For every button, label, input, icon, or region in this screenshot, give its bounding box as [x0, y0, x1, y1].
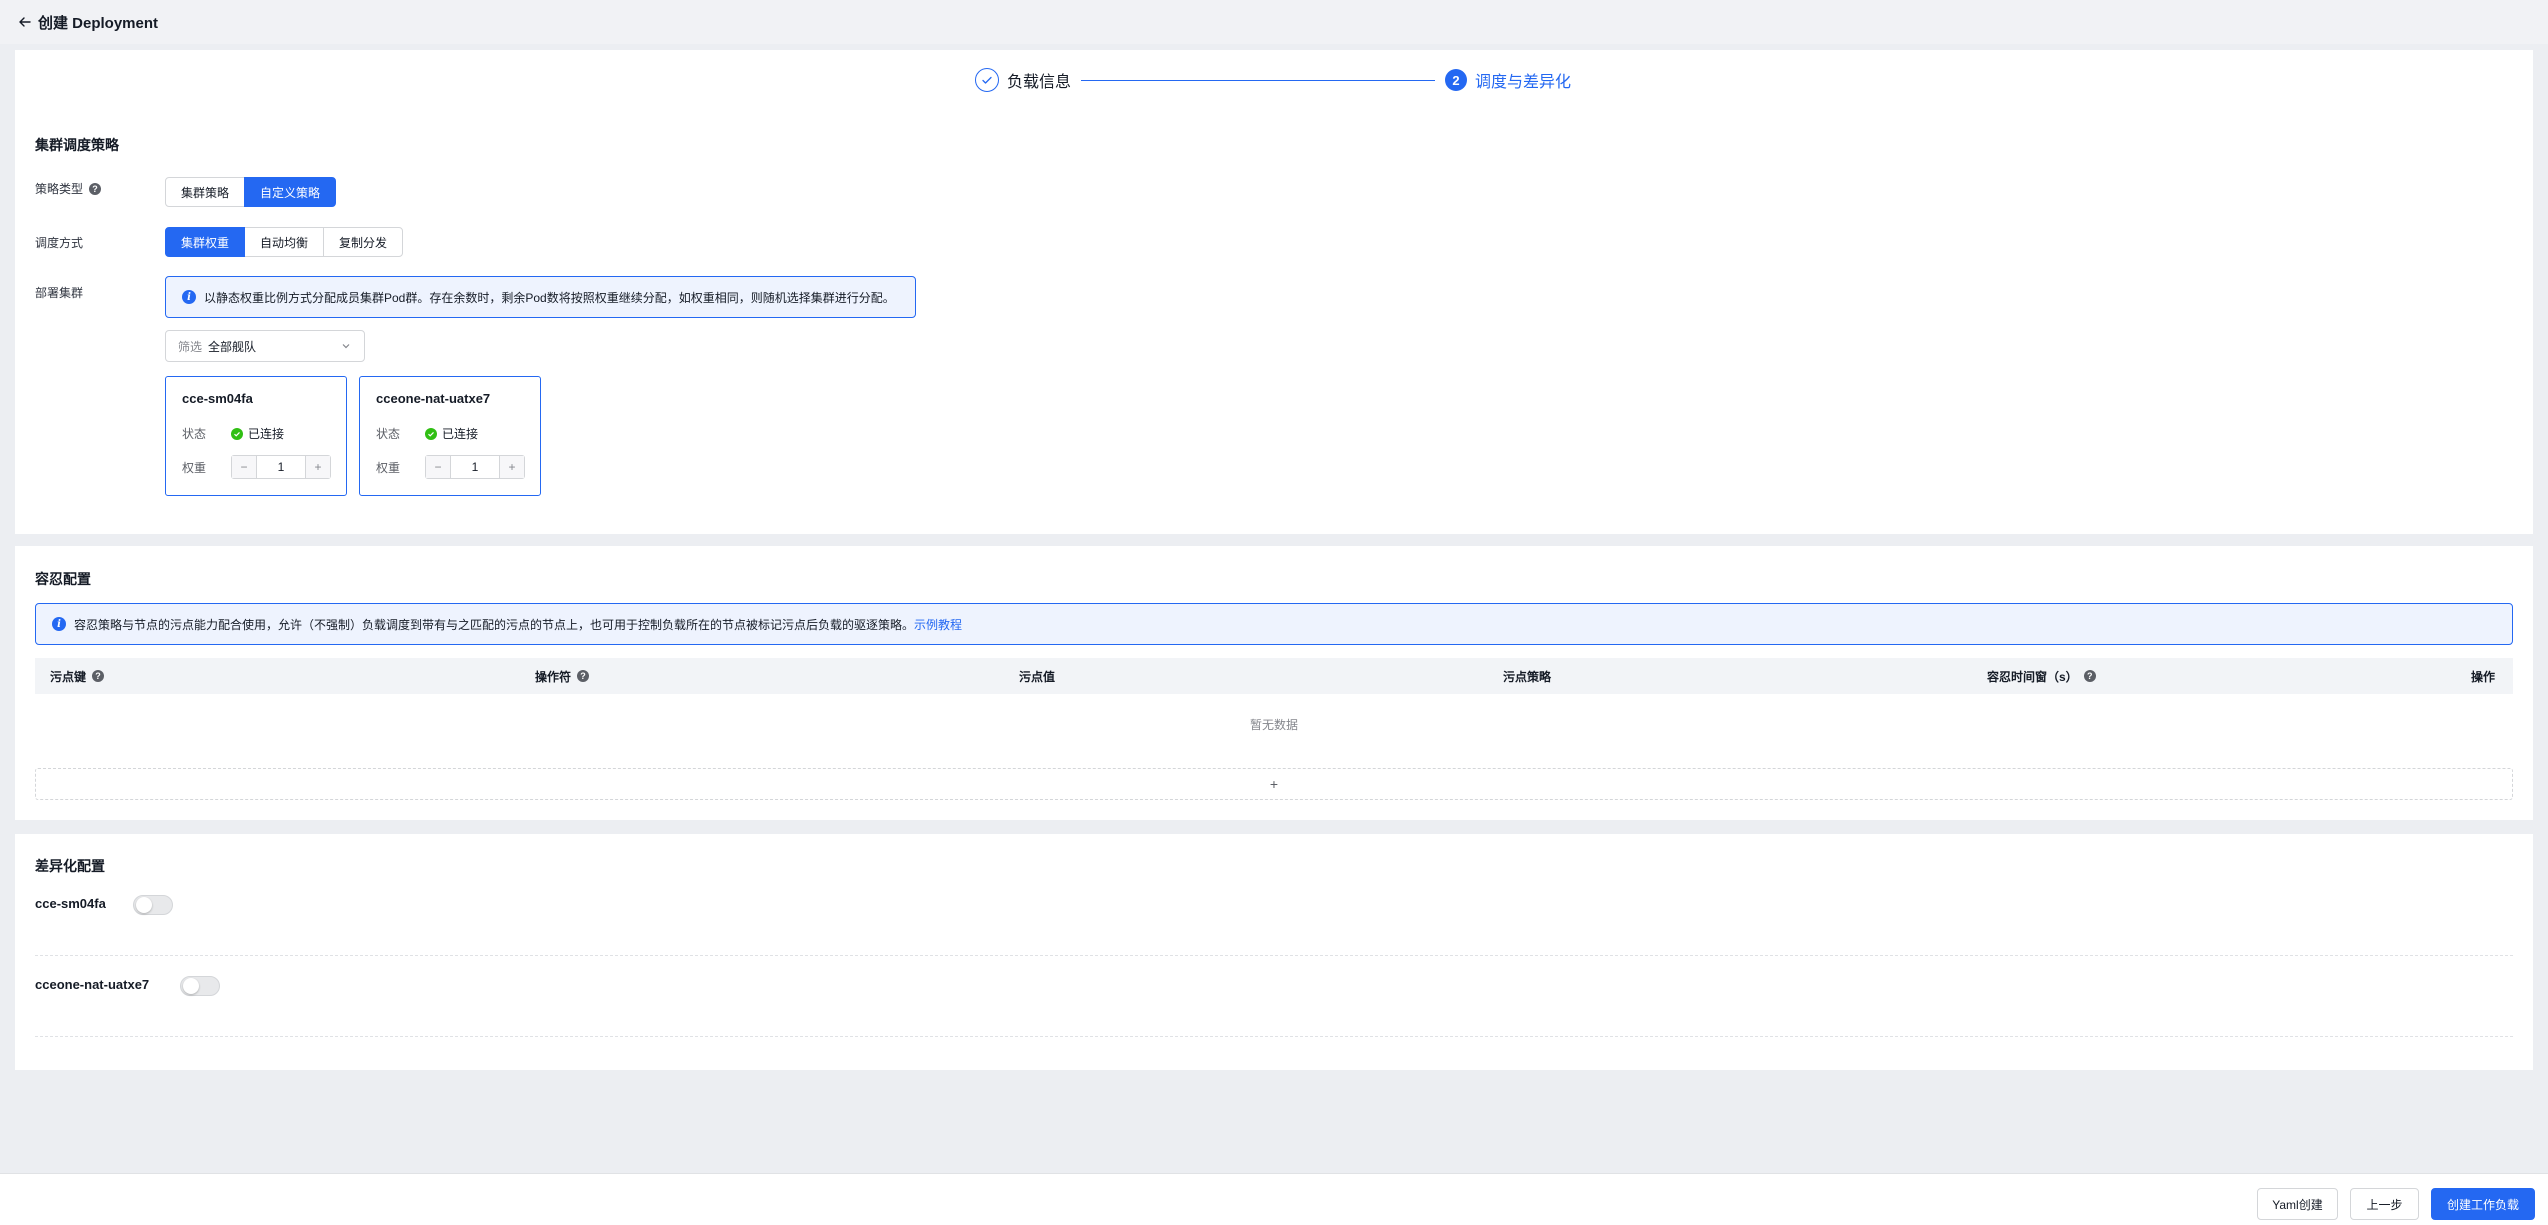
- filter-value: 全部舰队: [208, 339, 257, 354]
- col-taint-key-label: 污点键: [50, 669, 87, 684]
- decrement-button[interactable]: −: [232, 456, 256, 478]
- cluster-weight-row: 权重 − 1 +: [182, 455, 331, 479]
- toggle-knob: [183, 978, 199, 994]
- toleration-section-title: 容忍配置: [35, 571, 91, 587]
- schedule-mode-label: 调度方式: [35, 236, 84, 250]
- status-text: 已连接: [248, 427, 285, 441]
- cluster-name: cceone-nat-uatxe7: [376, 391, 491, 406]
- weight-stepper: − 1 +: [425, 455, 525, 479]
- deploy-clusters-label: 部署集群: [35, 286, 84, 300]
- schedule-mode-selector: 集群权重 自动均衡 复制分发: [165, 227, 404, 257]
- toleration-info-banner: i 容忍策略与节点的污点能力配合使用，允许（不强制）负载调度到带有与之匹配的污点…: [35, 603, 2513, 645]
- decrement-button[interactable]: −: [426, 456, 450, 478]
- increment-button[interactable]: +: [500, 456, 524, 478]
- toleration-card: 容忍配置 i 容忍策略与节点的污点能力配合使用，允许（不强制）负载调度到带有与之…: [15, 546, 2533, 820]
- example-tutorial-link[interactable]: 示例教程: [914, 616, 962, 633]
- status-text: 已连接: [442, 427, 479, 441]
- cluster-status-row: 状态 已连接: [182, 425, 284, 442]
- toggle-knob: [136, 897, 152, 913]
- mode-option-replicate[interactable]: 复制分发: [323, 227, 404, 257]
- help-icon[interactable]: ?: [89, 182, 102, 195]
- diff-config-row: cce-sm04fa: [35, 895, 2513, 956]
- diff-config-toggle[interactable]: [133, 895, 173, 915]
- col-taint-effect: 污点策略: [1503, 669, 1552, 684]
- increment-button[interactable]: +: [306, 456, 330, 478]
- policy-option-custom[interactable]: 自定义策略: [244, 177, 337, 207]
- previous-step-button[interactable]: 上一步: [2350, 1188, 2419, 1220]
- policy-option-cluster[interactable]: 集群策略: [165, 177, 246, 207]
- toleration-table-header: 污点键 ? 操作符 ? 污点值 污点策略 容忍时间窗（s） ? 操作: [35, 658, 2513, 694]
- page-title: 创建 Deployment: [38, 14, 159, 32]
- col-toleration-seconds: 容忍时间窗（s） ?: [1987, 658, 2096, 694]
- diff-config-toggle[interactable]: [180, 976, 220, 996]
- policy-type-label-text: 策略类型: [35, 182, 84, 196]
- step-2-number: 2: [1445, 69, 1468, 91]
- step-done-check-icon: [975, 68, 999, 92]
- col-operator-label: 操作符: [535, 669, 572, 684]
- stepper: 负载信息 2 调度与差异化: [975, 68, 1571, 92]
- col-actions: 操作: [2470, 669, 2495, 684]
- add-toleration-button[interactable]: +: [35, 768, 2513, 800]
- check-circle-icon: [425, 427, 437, 440]
- step-connector: [1081, 79, 1436, 81]
- status-label: 状态: [376, 427, 401, 441]
- mode-option-weight[interactable]: 集群权重: [165, 227, 246, 257]
- cluster-status-row: 状态 已连接: [376, 425, 478, 442]
- create-workload-button[interactable]: 创建工作负载: [2431, 1188, 2535, 1220]
- status-label: 状态: [182, 427, 207, 441]
- help-icon[interactable]: ?: [92, 670, 105, 682]
- policy-type-label: 策略类型 ?: [35, 180, 102, 197]
- col-toleration-seconds-label: 容忍时间窗（s）: [1987, 669, 2078, 684]
- check-circle-icon: [231, 427, 243, 440]
- help-icon[interactable]: ?: [2083, 670, 2096, 682]
- chevron-down-icon: [340, 340, 352, 355]
- weight-input[interactable]: 1: [256, 456, 306, 478]
- cluster-card: cce-sm04fa 状态 已连接 权重 − 1 +: [165, 376, 347, 496]
- info-icon: i: [182, 290, 196, 304]
- fleet-filter-select[interactable]: 筛选 全部舰队: [165, 330, 365, 362]
- deploy-info-text: 以静态权重比例方式分配成员集群Pod群。存在余数时，剩余Pod数将按照权重继续分…: [204, 290, 895, 305]
- cluster-weight-row: 权重 − 1 +: [376, 455, 525, 479]
- col-operator: 操作符 ?: [535, 658, 590, 694]
- footer-bar: Yaml创建 上一步 创建工作负载: [0, 1173, 2548, 1225]
- yaml-create-button[interactable]: Yaml创建: [2257, 1188, 2338, 1220]
- back-arrow-icon[interactable]: [16, 13, 34, 31]
- weight-label: 权重: [182, 460, 207, 475]
- diff-cluster-name: cceone-nat-uatxe7: [35, 977, 150, 992]
- diff-config-row: cceone-nat-uatxe7: [35, 976, 2513, 1037]
- weight-stepper: − 1 +: [231, 455, 331, 479]
- filter-prefix: 筛选: [178, 339, 203, 354]
- diff-config-section-title: 差异化配置: [35, 858, 105, 874]
- help-icon[interactable]: ?: [577, 670, 590, 682]
- step-1-label: 负载信息: [1007, 74, 1072, 91]
- deploy-info-banner: i 以静态权重比例方式分配成员集群Pod群。存在余数时，剩余Pod数将按照权重继…: [165, 276, 916, 318]
- diff-cluster-name: cce-sm04fa: [35, 896, 106, 911]
- empty-state-text: 暂无数据: [1249, 718, 1298, 732]
- weight-label: 权重: [376, 460, 401, 475]
- scheduling-section-title: 集群调度策略: [35, 137, 119, 153]
- scheduling-card: 负载信息 2 调度与差异化 集群调度策略 策略类型 ? 集群策略 自定义策略 调…: [15, 50, 2533, 534]
- cluster-name: cce-sm04fa: [182, 391, 253, 406]
- info-icon: i: [52, 617, 66, 631]
- toleration-info-text: 容忍策略与节点的污点能力配合使用，允许（不强制）负载调度到带有与之匹配的污点的节…: [74, 617, 915, 632]
- policy-type-selector: 集群策略 自定义策略: [165, 177, 337, 207]
- cluster-card: cceone-nat-uatxe7 状态 已连接 权重 − 1 +: [359, 376, 541, 496]
- step-2-label: 调度与差异化: [1475, 74, 1572, 91]
- col-taint-value: 污点值: [1019, 669, 1056, 684]
- mode-option-auto-balance[interactable]: 自动均衡: [244, 227, 325, 257]
- col-taint-key: 污点键 ?: [50, 658, 105, 694]
- top-bar: 创建 Deployment: [0, 0, 2548, 44]
- diff-config-card: 差异化配置 cce-sm04fa cceone-nat-uatxe7: [15, 834, 2533, 1070]
- weight-input[interactable]: 1: [450, 456, 500, 478]
